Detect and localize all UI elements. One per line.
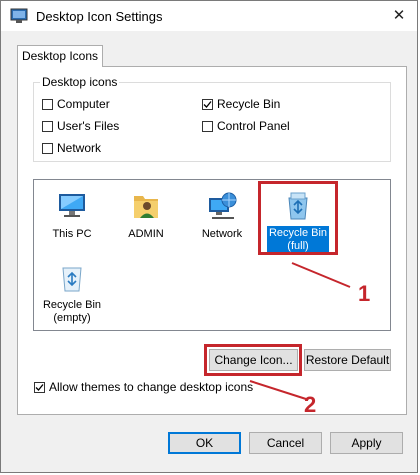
checkbox-label: Recycle Bin [217, 97, 281, 111]
title-bar: Desktop Icon Settings ✕ [1, 1, 417, 31]
desktop-icons-groupbox: Desktop icons Computer Recycle Bin User'… [33, 75, 391, 162]
checkbox-computer[interactable]: Computer [42, 97, 110, 111]
ok-button[interactable]: OK [168, 432, 241, 454]
tab-desktop-icons[interactable]: Desktop Icons [17, 45, 103, 67]
checkbox-label: Allow themes to change desktop icons [49, 380, 254, 394]
tab-panel: Desktop icons Computer Recycle Bin User'… [17, 66, 407, 417]
close-icon[interactable]: ✕ [389, 7, 409, 25]
icon-item-this-pc[interactable]: This PC [36, 190, 108, 242]
checkbox-box[interactable] [42, 142, 53, 154]
checkbox-control-panel[interactable]: Control Panel [202, 119, 290, 133]
checkbox-box[interactable] [42, 98, 53, 110]
checkbox-label: Network [57, 141, 102, 155]
apply-button[interactable]: Apply [330, 432, 403, 454]
annotation-arrow-1 [291, 262, 351, 288]
desktop-settings-icon [10, 8, 28, 23]
recycle-bin-empty-icon [62, 267, 82, 292]
network-icon [209, 192, 237, 219]
icon-label: ADMIN [128, 228, 164, 240]
annotation-highlight-change-icon [204, 344, 302, 376]
dialog-window: Desktop Icon Settings ✕ Desktop Icons De… [0, 0, 418, 473]
checkbox-box[interactable] [202, 98, 213, 110]
restore-default-button[interactable]: Restore Default [304, 349, 391, 371]
checkbox-network[interactable]: Network [42, 141, 101, 155]
checkbox-allow-themes[interactable]: Allow themes to change desktop icons [34, 380, 253, 394]
icon-label: Network [201, 228, 243, 240]
checkbox-recycle-bin[interactable]: Recycle Bin [202, 97, 280, 111]
checkmark-icon [35, 383, 44, 391]
icon-item-admin[interactable]: ADMIN [110, 190, 182, 242]
icon-item-network[interactable]: Network [186, 190, 258, 242]
user-folder-icon [134, 196, 158, 218]
checkbox-box[interactable] [42, 120, 53, 132]
checkbox-box[interactable] [202, 120, 213, 132]
checkbox-label: User's Files [57, 119, 120, 133]
window-title: Desktop Icon Settings [36, 9, 163, 24]
checkmark-icon [203, 100, 212, 108]
checkbox-users-files[interactable]: User's Files [42, 119, 119, 133]
groupbox-legend: Desktop icons [40, 75, 120, 89]
icon-label: This PC [52, 228, 92, 240]
checkbox-box[interactable] [34, 381, 45, 393]
annotation-number-2: 2 [304, 392, 317, 417]
checkbox-label: Computer [57, 97, 110, 111]
cancel-button[interactable]: Cancel [249, 432, 322, 454]
annotation-number-1: 1 [358, 281, 371, 306]
icon-label: Recycle Bin (empty) [42, 299, 102, 324]
annotation-highlight-recycle-bin [258, 181, 338, 255]
this-pc-icon [59, 194, 85, 217]
checkbox-label: Control Panel [217, 119, 290, 133]
icon-item-recycle-bin-empty[interactable]: Recycle Bin (empty) [36, 262, 108, 326]
